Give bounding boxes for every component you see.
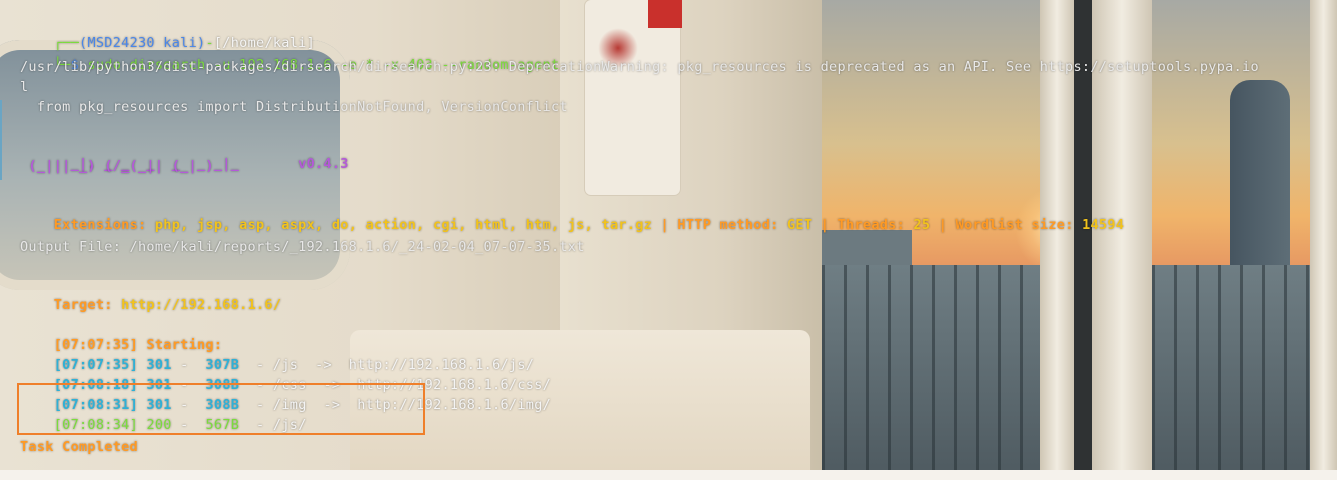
- separator: |: [660, 217, 669, 233]
- threads-label: Threads:: [837, 217, 906, 233]
- warning-continuation: l: [20, 79, 29, 95]
- method-value: GET: [787, 217, 813, 233]
- target-value: http://192.168.1.6/: [121, 297, 282, 313]
- extensions-value: php, jsp, asp, aspx, do, action, cgi, ht…: [154, 217, 653, 233]
- separator: |: [938, 217, 948, 233]
- wordlist-label: Wordlist size:: [955, 217, 1074, 233]
- target-label: Target:: [53, 297, 113, 313]
- banner-version: v0.4.3: [298, 156, 349, 172]
- task-completed: Task Completed: [20, 439, 138, 455]
- warning-import-line: from pkg_resources import DistributionNo…: [20, 99, 568, 115]
- highlight-annotation-box: [17, 383, 425, 435]
- terminal-window[interactable]: ┌──(MSD24230 kali)-[/home/kali] └─$ sudo…: [0, 0, 1337, 480]
- extensions-label: Extensions:: [53, 217, 147, 233]
- method-label: HTTP method:: [677, 217, 779, 233]
- wordlist-value: 14594: [1082, 217, 1125, 233]
- threads-value: 25: [913, 217, 931, 233]
- separator: |: [820, 217, 830, 233]
- window-edge: [0, 100, 2, 180]
- deprecation-warning: /usr/lib/python3/dist-packages/dirsearch…: [20, 59, 1259, 75]
- banner-art-line-2: (_||| _) (/_(_|| (_| ): [20, 158, 214, 174]
- output-file-line: Output File: /home/kali/reports/_192.168…: [20, 239, 585, 255]
